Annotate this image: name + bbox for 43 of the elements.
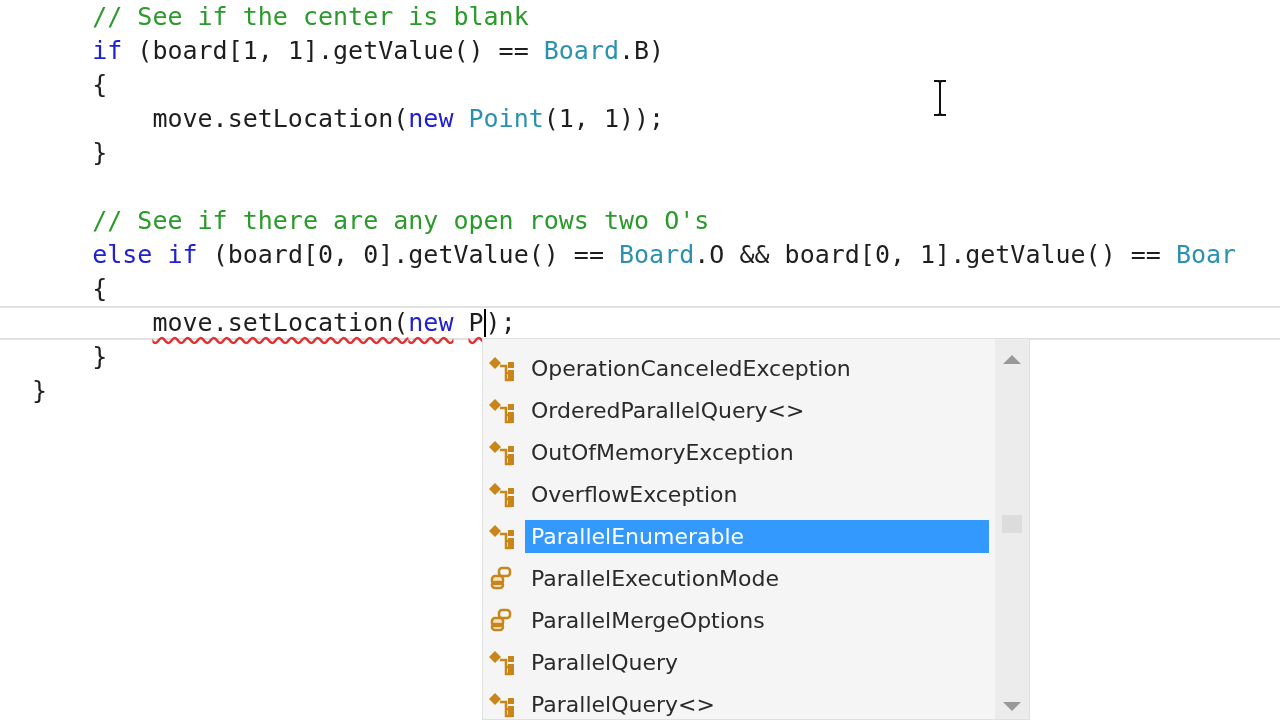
class-icon <box>487 480 517 508</box>
completion-item[interactable]: ParallelQuery<> <box>487 683 995 720</box>
code-text: ); <box>485 308 516 338</box>
completion-item[interactable]: OrderedParallelQuery<> <box>487 389 995 431</box>
class-icon <box>487 648 517 676</box>
code-text: { <box>91 70 108 100</box>
code-comment: // See if there are any open rows two O's <box>91 206 710 236</box>
code-text: } <box>91 138 108 168</box>
completion-item[interactable]: ParallelExecutionMode <box>487 557 995 599</box>
class-icon <box>487 438 517 466</box>
completion-item[interactable]: ParallelMergeOptions <box>487 599 995 641</box>
code-comment: // See if the center is blank <box>91 2 529 32</box>
code-text: .O && board[0, 1].getValue() == <box>694 240 1162 270</box>
completion-item[interactable]: OverflowException <box>487 473 995 515</box>
code-keyword: new <box>408 104 454 134</box>
code-text: (board[1, 1].getValue() == <box>136 36 530 66</box>
scroll-down-icon[interactable] <box>1002 701 1022 713</box>
code-text: } <box>32 376 48 406</box>
code-keyword: if <box>91 36 123 66</box>
code-text: (board[0, 0].getValue() == <box>211 240 605 270</box>
scrollbar[interactable] <box>995 339 1029 719</box>
code-text: P <box>468 308 484 338</box>
text-cursor-icon <box>933 80 947 116</box>
code-text: } <box>91 342 108 372</box>
code-type-name: Board <box>543 36 619 66</box>
class-icon <box>487 396 517 424</box>
completion-item[interactable]: OperationCanceledException <box>487 347 995 389</box>
completion-item[interactable]: OutOfMemoryException <box>487 431 995 473</box>
code-text: { <box>91 274 108 304</box>
code-text: move.setLocation( <box>152 308 409 338</box>
code-text: .B) <box>619 36 665 66</box>
scroll-up-icon[interactable] <box>1002 353 1022 365</box>
code-keyword: else if <box>91 240 198 270</box>
class-icon <box>487 522 517 550</box>
code-type-name: Board <box>619 240 695 270</box>
code-text: move.setLocation( <box>151 104 409 134</box>
code-type-name: Point <box>467 104 544 134</box>
code-type-name: Boar <box>1175 240 1237 270</box>
class-icon <box>487 690 517 718</box>
completion-item[interactable]: ParallelQuery <box>487 641 995 683</box>
class-icon <box>487 354 517 382</box>
code-keyword: new <box>408 308 454 338</box>
code-text: (1, 1)); <box>543 104 665 134</box>
